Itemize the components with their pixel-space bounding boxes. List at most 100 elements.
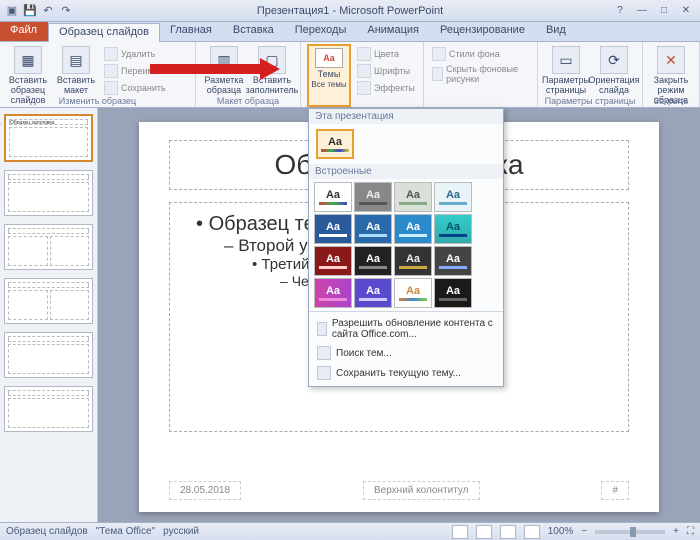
tab-file[interactable]: Файл <box>0 22 48 41</box>
folder-icon <box>317 346 331 360</box>
zoom-level[interactable]: 100% <box>548 526 574 537</box>
master-layout-icon: ▥ <box>210 46 238 74</box>
browse-themes-item[interactable]: Поиск тем... <box>309 343 503 363</box>
theme-option[interactable]: Aa <box>314 182 352 212</box>
enable-office-content-item[interactable]: Разрешить обновление контента с сайта Of… <box>309 315 503 343</box>
theme-option[interactable]: Aa <box>354 246 392 276</box>
layout-icon: ▤ <box>62 46 90 74</box>
hide-bg-checkbox[interactable]: Скрыть фоновые рисунки <box>430 63 531 85</box>
slideshow-view-button[interactable] <box>524 525 540 539</box>
page-number-placeholder[interactable]: # <box>601 481 629 500</box>
group-edit-master: ▦Вставить образец слайдов ▤Вставить маке… <box>0 42 196 107</box>
section-this-presentation: Эта презентация <box>309 109 503 124</box>
preserve-button[interactable]: Сохранить <box>102 80 189 96</box>
footer-placeholder[interactable]: Верхний колонтитул <box>363 481 480 500</box>
bg-styles-icon <box>432 47 446 61</box>
theme-option[interactable]: Aa <box>354 278 392 308</box>
themes-gallery-panel: Эта презентация Aa Встроенные Aa Aa Aa A… <box>308 108 504 387</box>
layout-thumbnail[interactable] <box>4 278 93 324</box>
normal-view-button[interactable] <box>452 525 468 539</box>
date-placeholder[interactable]: 28.05.2018 <box>169 481 241 500</box>
theme-option[interactable]: Aa <box>434 278 472 308</box>
theme-option[interactable]: Aa <box>394 182 432 212</box>
theme-option[interactable]: Aa <box>434 182 472 212</box>
quick-access-toolbar: ▣ 💾 ↶ ↷ <box>4 3 74 19</box>
theme-option[interactable]: Aa <box>394 278 432 308</box>
ribbon-tabs: Файл Образец слайдов Главная Вставка Пер… <box>0 22 700 42</box>
theme-option[interactable]: Aa <box>316 129 354 159</box>
title-bar: ▣ 💾 ↶ ↷ Презентация1 - Microsoft PowerPo… <box>0 0 700 22</box>
theme-option[interactable]: Aa <box>434 214 472 244</box>
theme-option[interactable]: Aa <box>434 246 472 276</box>
status-language[interactable]: русский <box>163 526 199 537</box>
theme-option[interactable]: Aa <box>354 214 392 244</box>
fonts-button[interactable]: Шрифты <box>355 63 417 79</box>
tab-animation[interactable]: Анимация <box>357 22 430 41</box>
powerpoint-icon[interactable]: ▣ <box>4 3 20 19</box>
theme-option[interactable]: Aa <box>394 246 432 276</box>
close-icon[interactable]: ✕ <box>676 4 696 18</box>
document-name: Презентация1 <box>257 5 330 17</box>
themes-menu: Разрешить обновление контента с сайта Of… <box>309 311 503 386</box>
group-edit-theme: AaТемыВсе темы Цвета Шрифты Эффекты <box>301 42 424 107</box>
fonts-icon <box>357 64 371 78</box>
group-label: Изменить образец <box>59 96 136 106</box>
preserve-icon <box>104 81 118 95</box>
group-background: Стили фона Скрыть фоновые рисунки <box>424 42 538 107</box>
slide-master-icon: ▦ <box>14 46 42 74</box>
insert-slide-master-button[interactable]: ▦Вставить образец слайдов <box>6 44 50 107</box>
group-label: Закрыть <box>654 96 689 106</box>
tab-insert[interactable]: Вставка <box>223 22 285 41</box>
delete-button[interactable]: Удалить <box>102 46 189 62</box>
tab-transitions[interactable]: Переходы <box>285 22 358 41</box>
layout-thumbnail[interactable] <box>4 170 93 216</box>
tab-slide-master[interactable]: Образец слайдов <box>48 23 160 42</box>
fit-to-window-button[interactable]: ⛶ <box>687 526 694 537</box>
status-theme: "Тема Office" <box>96 526 155 537</box>
colors-button[interactable]: Цвета <box>355 46 417 62</box>
sorter-view-button[interactable] <box>476 525 492 539</box>
delete-icon <box>104 47 118 61</box>
master-thumbnail[interactable]: 1Образец заголовка <box>4 114 93 162</box>
tab-review[interactable]: Рецензирование <box>430 22 536 41</box>
tab-home[interactable]: Главная <box>160 22 223 41</box>
layout-thumbnail[interactable] <box>4 224 93 270</box>
save-icon[interactable]: 💾 <box>22 3 38 19</box>
minimize-icon[interactable]: — <box>632 4 652 18</box>
layout-thumbnail[interactable] <box>4 332 93 378</box>
close-master-icon: ✕ <box>657 46 685 74</box>
status-view-mode: Образец слайдов <box>6 526 88 537</box>
maximize-icon[interactable]: □ <box>654 4 674 18</box>
effects-icon <box>357 81 371 95</box>
orientation-icon: ⟳ <box>600 46 628 74</box>
reading-view-button[interactable] <box>500 525 516 539</box>
theme-option[interactable]: Aa <box>354 182 392 212</box>
zoom-slider[interactable] <box>595 530 665 534</box>
app-name: Microsoft PowerPoint <box>339 5 443 17</box>
layout-thumbnail[interactable] <box>4 386 93 432</box>
theme-option[interactable]: Aa <box>394 214 432 244</box>
theme-option[interactable]: Aa <box>314 246 352 276</box>
effects-button[interactable]: Эффекты <box>355 80 417 96</box>
web-icon <box>317 322 327 336</box>
rename-button[interactable]: Переименовать <box>102 63 189 79</box>
redo-icon[interactable]: ↷ <box>58 3 74 19</box>
save-icon <box>317 366 331 380</box>
rename-icon <box>104 64 118 78</box>
background-styles-button[interactable]: Стили фона <box>430 46 531 62</box>
window-title: Презентация1 - Microsoft PowerPoint <box>257 5 443 17</box>
save-current-theme-item[interactable]: Сохранить текущую тему... <box>309 363 503 383</box>
theme-option[interactable]: Aa <box>314 214 352 244</box>
help-icon[interactable]: ? <box>610 4 630 18</box>
theme-option[interactable]: Aa <box>314 278 352 308</box>
tab-view[interactable]: Вид <box>536 22 577 41</box>
zoom-out-button[interactable]: − <box>581 526 587 537</box>
zoom-in-button[interactable]: + <box>673 526 679 537</box>
thumbnail-panel[interactable]: 1Образец заголовка <box>0 108 98 522</box>
slide-footer: 28.05.2018 Верхний колонтитул # <box>169 481 629 500</box>
group-close: ✕Закрыть режим образца Закрыть <box>643 42 700 107</box>
undo-icon[interactable]: ↶ <box>40 3 56 19</box>
status-bar: Образец слайдов "Тема Office" русский 10… <box>0 522 700 540</box>
group-label: Параметры страницы <box>545 96 636 106</box>
themes-button[interactable]: AaТемыВсе темы <box>307 44 351 107</box>
